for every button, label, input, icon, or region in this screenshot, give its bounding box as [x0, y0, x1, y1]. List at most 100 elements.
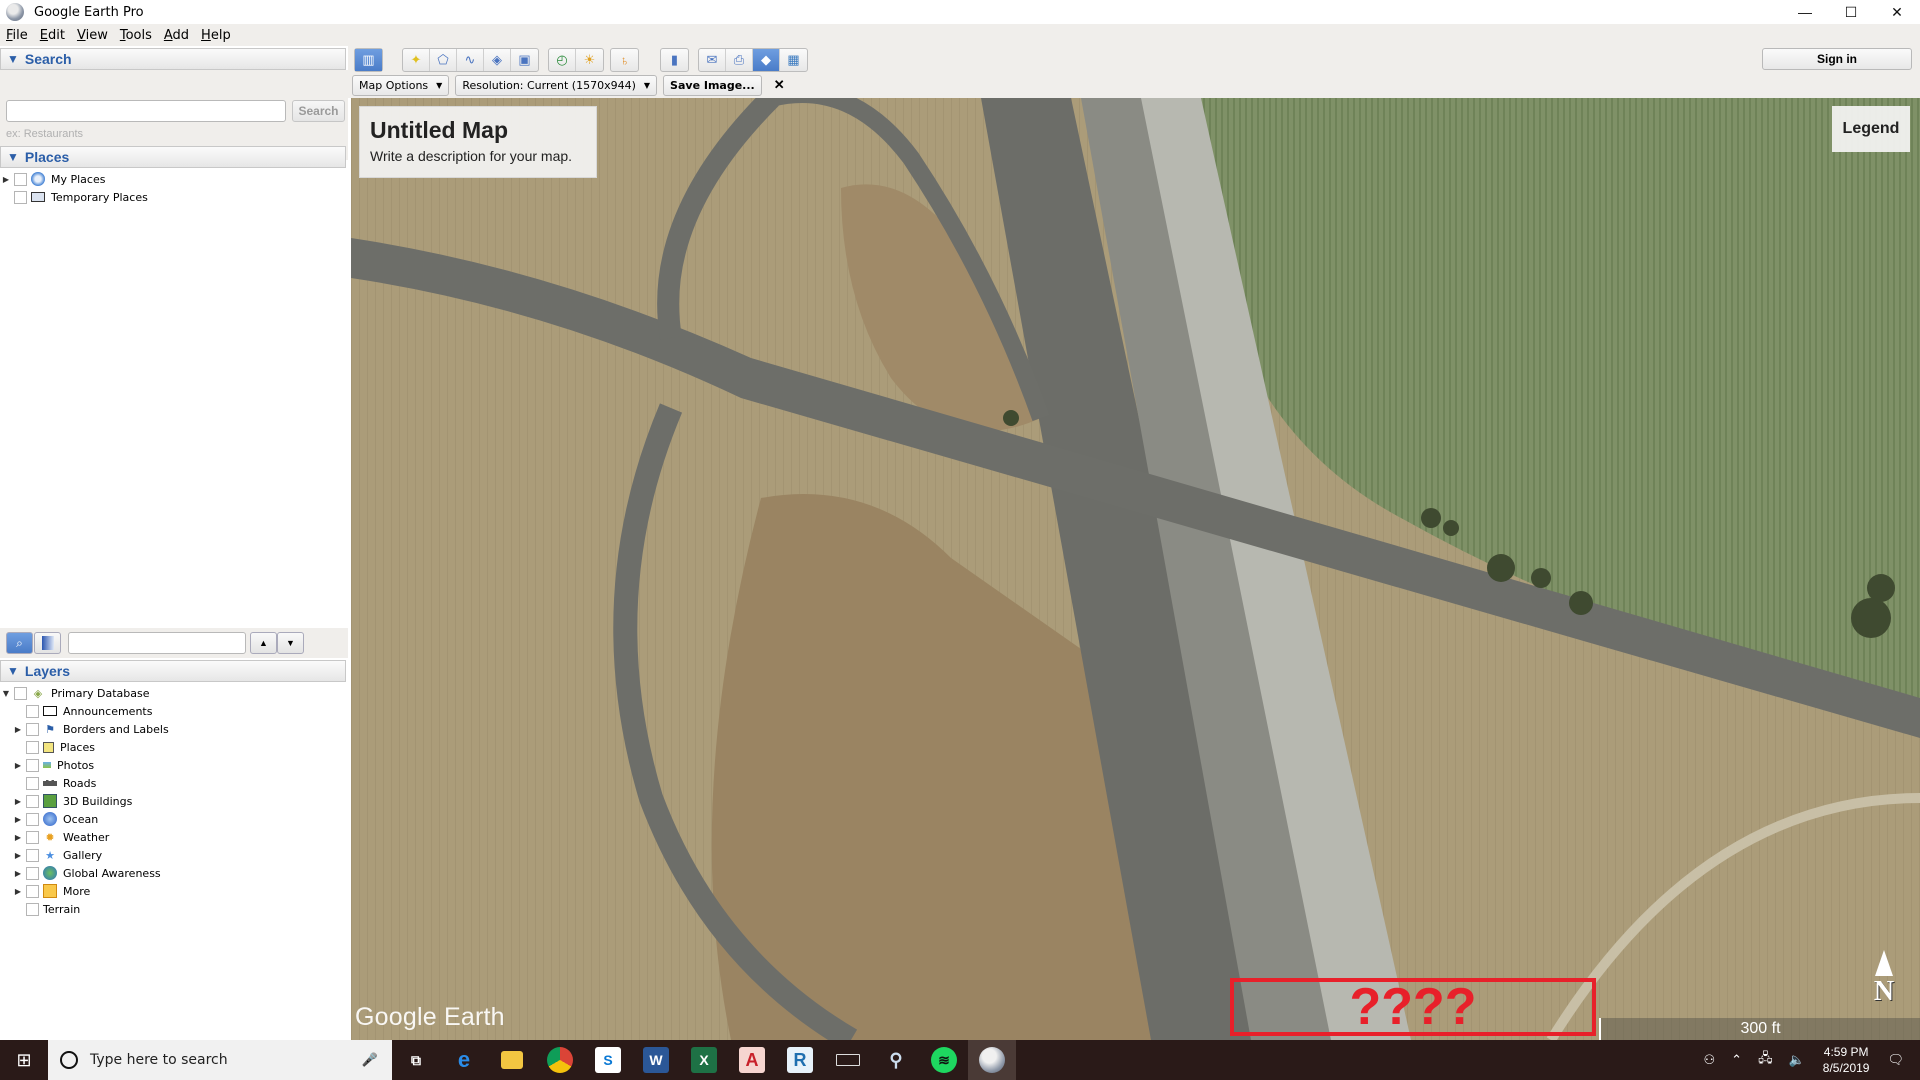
switch-planet-button[interactable]: ♄ [611, 49, 638, 71]
start-button[interactable]: ⊞ [0, 1040, 48, 1080]
checkbox[interactable] [26, 794, 39, 808]
layer-places[interactable]: Places [0, 738, 169, 756]
print-button[interactable]: ⎙ [726, 49, 753, 71]
taskbar-search-box[interactable]: Type here to search 🎤 [48, 1040, 392, 1080]
map-title-card[interactable]: Untitled Map Write a description for you… [359, 106, 597, 178]
expand-arrow-icon[interactable]: ▶ [12, 869, 24, 878]
action-center-icon[interactable]: 🗨 [1887, 1052, 1904, 1068]
search-input[interactable] [6, 100, 286, 122]
layers-panel-header[interactable]: ▼ Layers [0, 660, 346, 682]
taskbar-word[interactable]: W [632, 1040, 680, 1080]
minimize-button[interactable]: — [1782, 0, 1828, 24]
add-polygon-button[interactable]: ⬠ [430, 49, 457, 71]
people-icon[interactable]: ⚇ [1704, 1052, 1716, 1068]
layer-3d-buildings[interactable]: ▶ 3D Buildings [0, 792, 169, 810]
layer-more[interactable]: ▶ More [0, 882, 169, 900]
layer-gallery[interactable]: ▶ ★ Gallery [0, 846, 169, 864]
checkbox[interactable] [14, 686, 27, 700]
places-item-temporary-places[interactable]: Temporary Places [0, 188, 148, 206]
expanded-arrow-icon[interactable]: ▼ [0, 689, 12, 698]
sign-in-button[interactable]: Sign in [1762, 48, 1912, 70]
resolution-dropdown[interactable]: Resolution: Current (1570x944) ▼ [455, 74, 658, 96]
layers-filter-input[interactable] [68, 632, 246, 654]
layer-ocean[interactable]: ▶ Ocean [0, 810, 169, 828]
clock[interactable]: 4:59 PM 8/5/2019 [1823, 1044, 1870, 1076]
layer-primary-database[interactable]: ▼ ◈ Primary Database [0, 684, 169, 702]
taskbar-edge[interactable]: e [440, 1040, 488, 1080]
expand-arrow-icon[interactable]: ▶ [12, 815, 24, 824]
checkbox[interactable] [26, 866, 39, 880]
add-image-overlay-button[interactable]: ◈ [484, 49, 511, 71]
expand-arrow-icon[interactable]: ▶ [12, 887, 24, 896]
expand-arrow-icon[interactable]: ▶ [12, 851, 24, 860]
taskbar-excel[interactable]: X [680, 1040, 728, 1080]
map-view[interactable]: Untitled Map Write a description for you… [351, 98, 1920, 1040]
taskbar-keyboard-app[interactable] [824, 1040, 872, 1080]
checkbox[interactable] [26, 722, 39, 736]
map-options-dropdown[interactable]: Map Options ▼ [352, 74, 450, 96]
ruler-button[interactable]: ▮ [661, 49, 688, 71]
map-description[interactable]: Write a description for your map. [370, 148, 586, 164]
layer-roads[interactable]: Roads [0, 774, 169, 792]
record-tour-button[interactable]: ▣ [511, 49, 538, 71]
expand-arrow-icon[interactable]: ▶ [0, 175, 12, 184]
add-placemark-button[interactable]: ✦ [403, 49, 430, 71]
microphone-icon[interactable]: 🎤 [362, 1053, 378, 1068]
checkbox[interactable] [14, 190, 27, 204]
move-down-button[interactable]: ▼ [277, 632, 304, 654]
menu-tools[interactable]: Tools [120, 28, 152, 43]
layer-terrain[interactable]: Terrain [0, 900, 169, 918]
sidebar-view-button[interactable] [34, 632, 61, 654]
expand-arrow-icon[interactable]: ▶ [12, 797, 24, 806]
search-button[interactable]: Search [292, 100, 345, 122]
taskbar-google-earth-pro[interactable] [968, 1040, 1016, 1080]
show-hidden-icons-chevron-icon[interactable]: ⌃ [1731, 1052, 1742, 1068]
menu-edit[interactable]: Edit [40, 28, 65, 43]
checkbox[interactable] [26, 830, 39, 844]
layer-weather[interactable]: ▶ ✹ Weather [0, 828, 169, 846]
sidebar-toggle-button[interactable]: ▥ [355, 49, 382, 71]
save-image-toggle-button[interactable]: ◆ [753, 49, 780, 71]
checkbox[interactable] [26, 812, 39, 826]
maximize-button[interactable]: ☐ [1828, 0, 1874, 24]
volume-icon[interactable]: 🔈 [1789, 1052, 1805, 1068]
taskbar-revit[interactable]: R [776, 1040, 824, 1080]
taskbar-skype[interactable]: S [584, 1040, 632, 1080]
checkbox[interactable] [14, 172, 27, 186]
checkbox[interactable] [26, 902, 39, 916]
layer-photos[interactable]: ▶ Photos [0, 756, 169, 774]
checkbox[interactable] [26, 776, 39, 790]
taskbar-file-explorer[interactable] [488, 1040, 536, 1080]
network-icon[interactable]: 🖧 [1758, 1049, 1773, 1071]
search-panel-header[interactable]: ▼ Search [0, 48, 346, 70]
taskbar-autocad[interactable]: A [728, 1040, 776, 1080]
checkbox[interactable] [26, 758, 39, 772]
checkbox[interactable] [26, 884, 39, 898]
taskbar-chrome[interactable] [536, 1040, 584, 1080]
menu-view[interactable]: View [77, 28, 108, 43]
save-image-button[interactable]: Save Image... [663, 74, 762, 96]
view-in-maps-button[interactable]: ▦ [780, 49, 807, 71]
map-title[interactable]: Untitled Map [370, 117, 586, 144]
checkbox[interactable] [26, 740, 39, 754]
menu-file[interactable]: File [6, 28, 28, 43]
taskbar-spotify[interactable]: ≋ [920, 1040, 968, 1080]
menu-add[interactable]: Add [164, 28, 189, 43]
taskbar-search-lite[interactable]: ⚲ [872, 1040, 920, 1080]
add-path-button[interactable]: ∿ [457, 49, 484, 71]
layer-global-awareness[interactable]: ▶ Global Awareness [0, 864, 169, 882]
legend-box[interactable]: Legend [1832, 106, 1910, 152]
checkbox[interactable] [26, 848, 39, 862]
email-button[interactable]: ✉ [699, 49, 726, 71]
sunlight-button[interactable]: ☀ [576, 49, 603, 71]
historical-imagery-button[interactable]: ◴ [549, 49, 576, 71]
task-view-button[interactable]: ⧉ [392, 1040, 440, 1080]
search-layers-button[interactable]: ⌕ [6, 632, 33, 654]
close-button[interactable]: ✕ [1874, 0, 1920, 24]
menu-help[interactable]: Help [201, 28, 231, 43]
move-up-button[interactable]: ▲ [250, 632, 277, 654]
expand-arrow-icon[interactable]: ▶ [12, 833, 24, 842]
expand-arrow-icon[interactable]: ▶ [12, 725, 24, 734]
layer-announcements[interactable]: Announcements [0, 702, 169, 720]
layer-borders-and-labels[interactable]: ▶ ⚑ Borders and Labels [0, 720, 169, 738]
